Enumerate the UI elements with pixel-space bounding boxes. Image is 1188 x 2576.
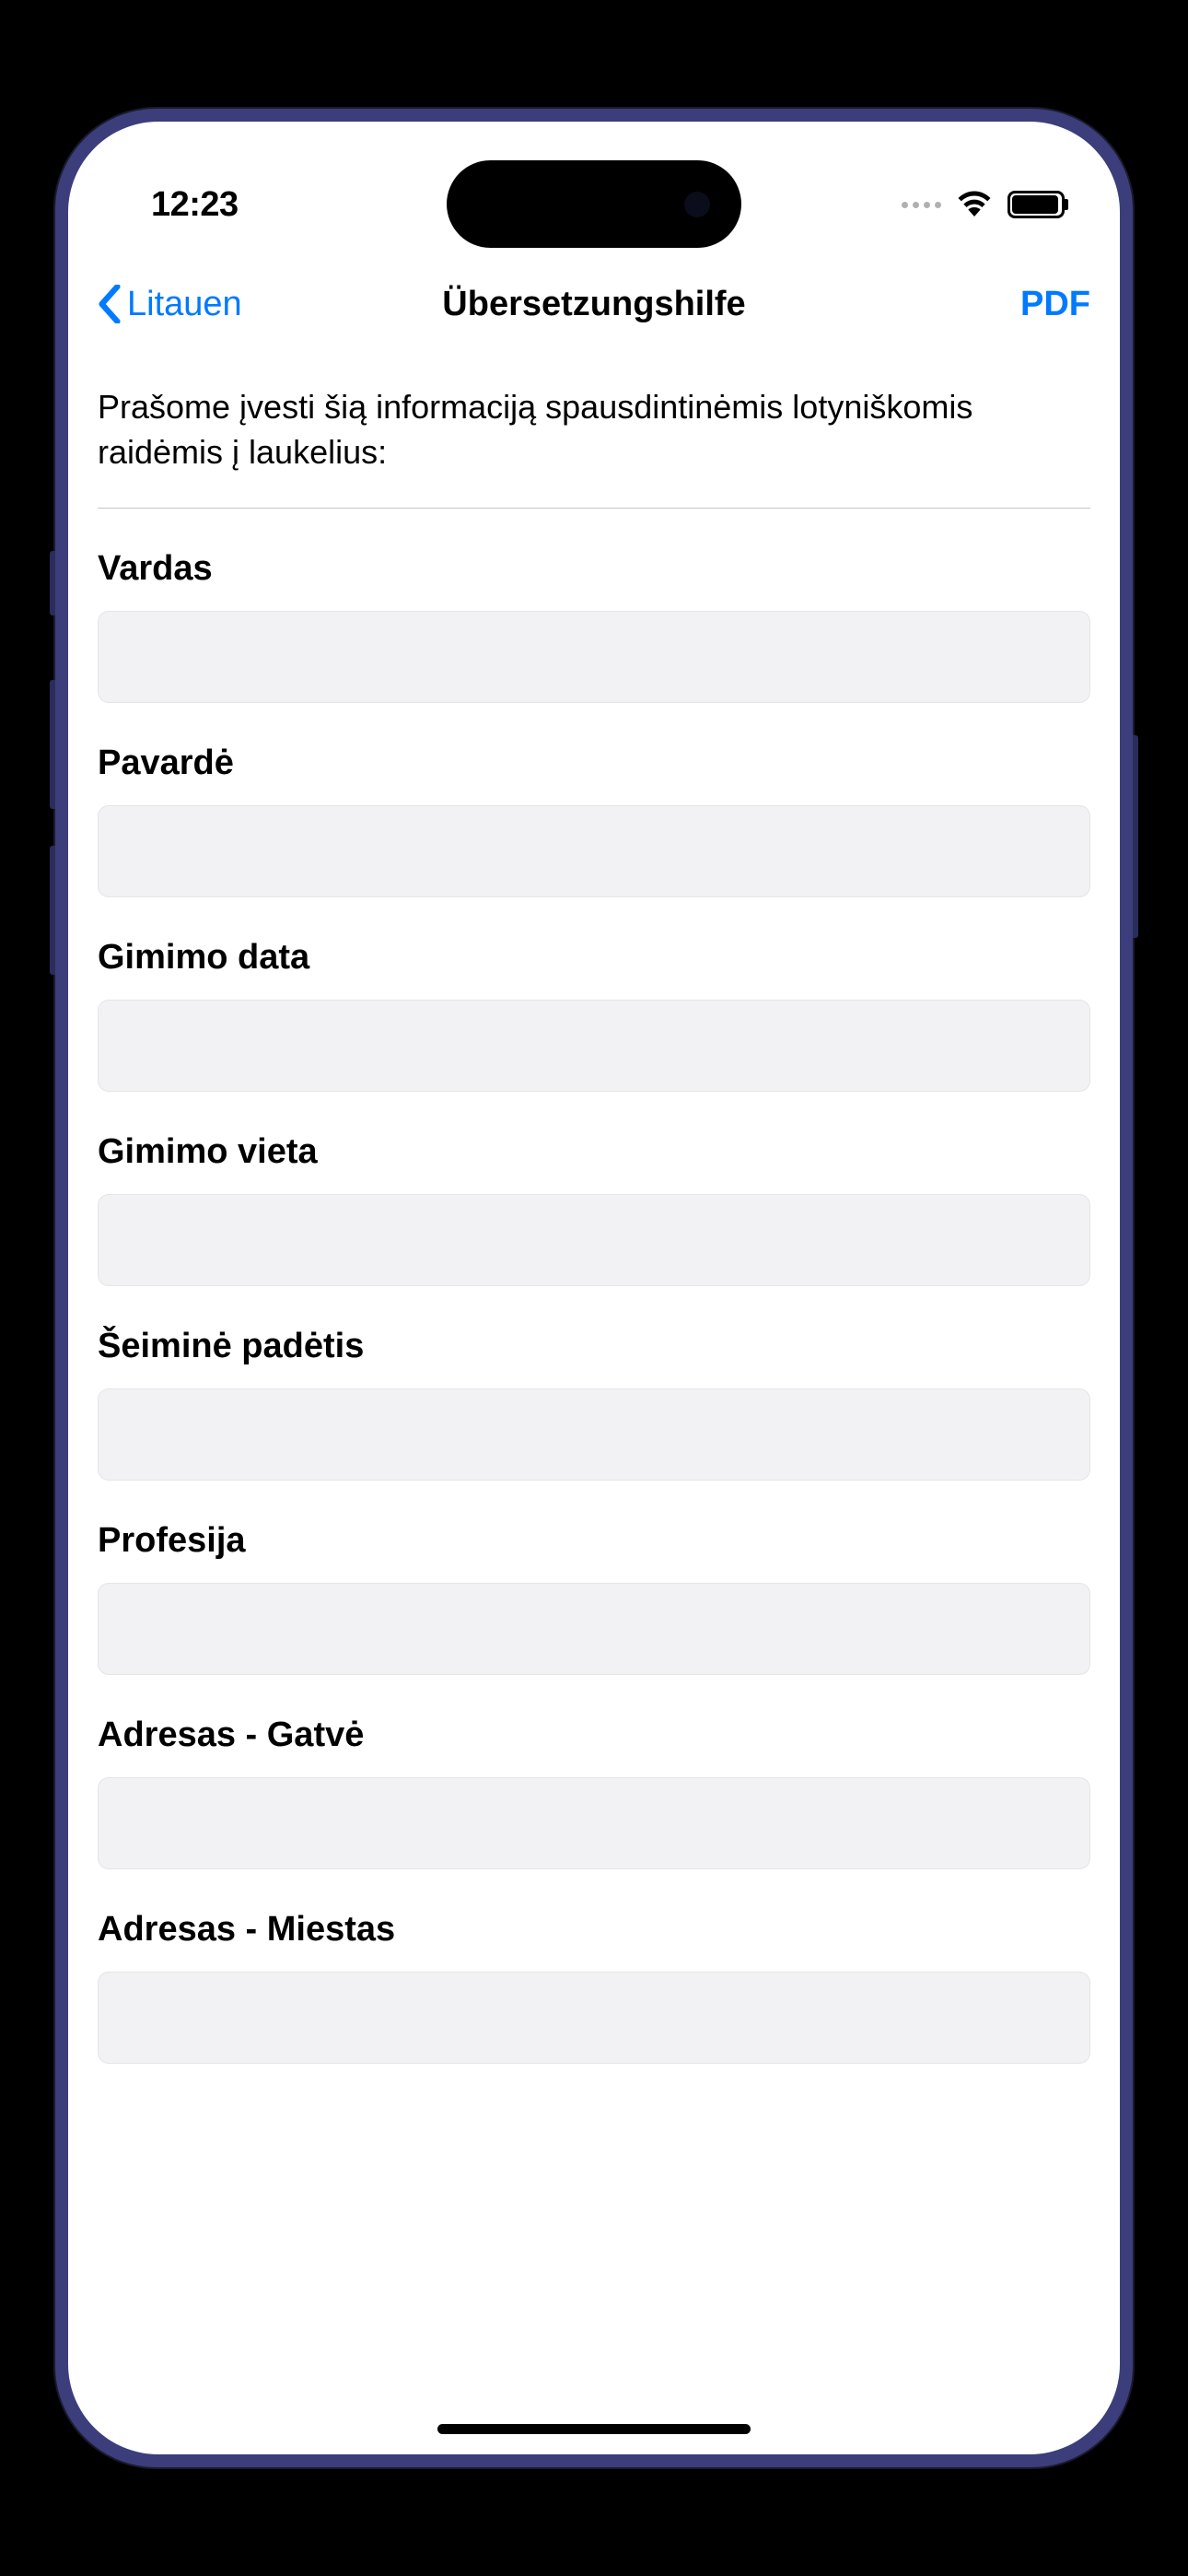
field-label: Adresas - Gatvė: [98, 1715, 1090, 1755]
wifi-icon: [956, 189, 993, 221]
field-gimimo-vieta: Gimimo vieta: [98, 1132, 1090, 1286]
gimimo-data-input[interactable]: [98, 1000, 1090, 1092]
field-label: Vardas: [98, 549, 1090, 589]
pavarde-input[interactable]: [98, 805, 1090, 897]
phone-frame: 12:23: [55, 109, 1133, 2467]
field-seimine-padetis: Šeiminė padėtis: [98, 1327, 1090, 1481]
screen: 12:23: [68, 122, 1120, 2454]
battery-icon: [1007, 191, 1065, 218]
home-indicator[interactable]: [437, 2424, 751, 2434]
status-indicators: [902, 189, 1065, 221]
adresas-gatve-input[interactable]: [98, 1777, 1090, 1869]
volume-up-button: [50, 680, 55, 809]
field-label: Adresas - Miestas: [98, 1910, 1090, 1950]
intro-text: Prašome įvesti šią informaciją spausdint…: [98, 385, 1090, 509]
power-button: [1133, 735, 1138, 938]
field-gimimo-data: Gimimo data: [98, 938, 1090, 1092]
adresas-miestas-input[interactable]: [98, 1972, 1090, 2064]
volume-down-button: [50, 846, 55, 975]
field-label: Šeiminė padėtis: [98, 1327, 1090, 1366]
field-adresas-miestas: Adresas - Miestas: [98, 1910, 1090, 2064]
field-label: Gimimo data: [98, 938, 1090, 978]
field-profesija: Profesija: [98, 1521, 1090, 1675]
dynamic-island: [447, 160, 741, 248]
field-label: Profesija: [98, 1521, 1090, 1561]
content-scroll[interactable]: Prašome įvesti šią informaciją spausdint…: [68, 348, 1120, 2454]
navigation-bar: Litauen Übersetzungshilfe PDF: [68, 260, 1120, 348]
field-label: Gimimo vieta: [98, 1132, 1090, 1172]
pdf-button[interactable]: PDF: [1020, 285, 1090, 324]
pagination-dots-icon: [902, 202, 941, 208]
back-button[interactable]: Litauen: [98, 285, 242, 324]
profesija-input[interactable]: [98, 1583, 1090, 1675]
field-vardas: Vardas: [98, 549, 1090, 703]
page-title: Übersetzungshilfe: [442, 285, 745, 324]
seimine-padetis-input[interactable]: [98, 1388, 1090, 1481]
field-label: Pavardė: [98, 744, 1090, 783]
field-adresas-gatve: Adresas - Gatvė: [98, 1715, 1090, 1869]
status-time: 12:23: [151, 185, 239, 225]
gimimo-vieta-input[interactable]: [98, 1194, 1090, 1286]
silent-switch: [50, 551, 55, 615]
field-pavarde: Pavardė: [98, 744, 1090, 897]
vardas-input[interactable]: [98, 611, 1090, 703]
back-label: Litauen: [127, 285, 242, 324]
chevron-left-icon: [98, 285, 122, 323]
